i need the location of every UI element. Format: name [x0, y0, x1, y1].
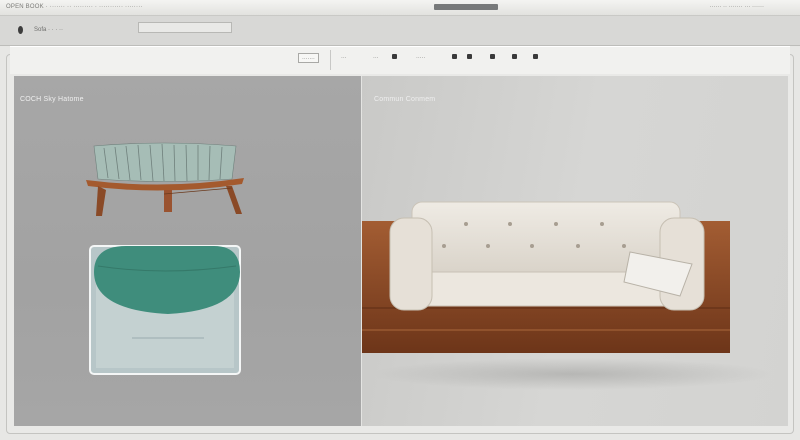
sofa-illustration[interactable] — [362, 76, 789, 426]
breadcrumb[interactable]: Sofa · · · ·· — [34, 27, 63, 33]
tool-icon-e[interactable] — [533, 54, 538, 59]
browser-toolbar: Sofa · · · ·· — [0, 16, 800, 46]
tool-icon-a[interactable] — [452, 54, 457, 59]
tool-icon-b[interactable] — [467, 54, 472, 59]
window-titlebar: OPEN BOOK · ······· ·· ········· · ·····… — [0, 0, 800, 16]
tool-button-primary[interactable]: ······· — [298, 53, 319, 63]
address-field[interactable] — [138, 22, 232, 33]
cursor-icon[interactable] — [392, 54, 397, 59]
right-preview-panel: Commun Conmem — [361, 76, 788, 426]
toolbar-separator — [330, 50, 331, 70]
window-title-right: ······ ·· ······· ··· ······ — [709, 4, 764, 10]
seat-card[interactable] — [14, 76, 361, 426]
editor-toolbar: ······· ··· ··· ····· — [10, 46, 790, 74]
window-title: OPEN BOOK · ······· ·· ········· · ·····… — [6, 4, 143, 10]
tool-button-4[interactable]: ····· — [413, 53, 428, 63]
window-center-tab[interactable] — [434, 4, 498, 10]
tool-icon-c[interactable] — [490, 54, 495, 59]
tool-icon-d[interactable] — [512, 54, 517, 59]
left-preview-panel: COCH Sky Hatome — [14, 76, 361, 426]
tool-button-2[interactable]: ··· — [338, 53, 350, 63]
tool-button-3[interactable]: ··· — [370, 53, 382, 63]
menu-icon[interactable] — [18, 26, 23, 34]
